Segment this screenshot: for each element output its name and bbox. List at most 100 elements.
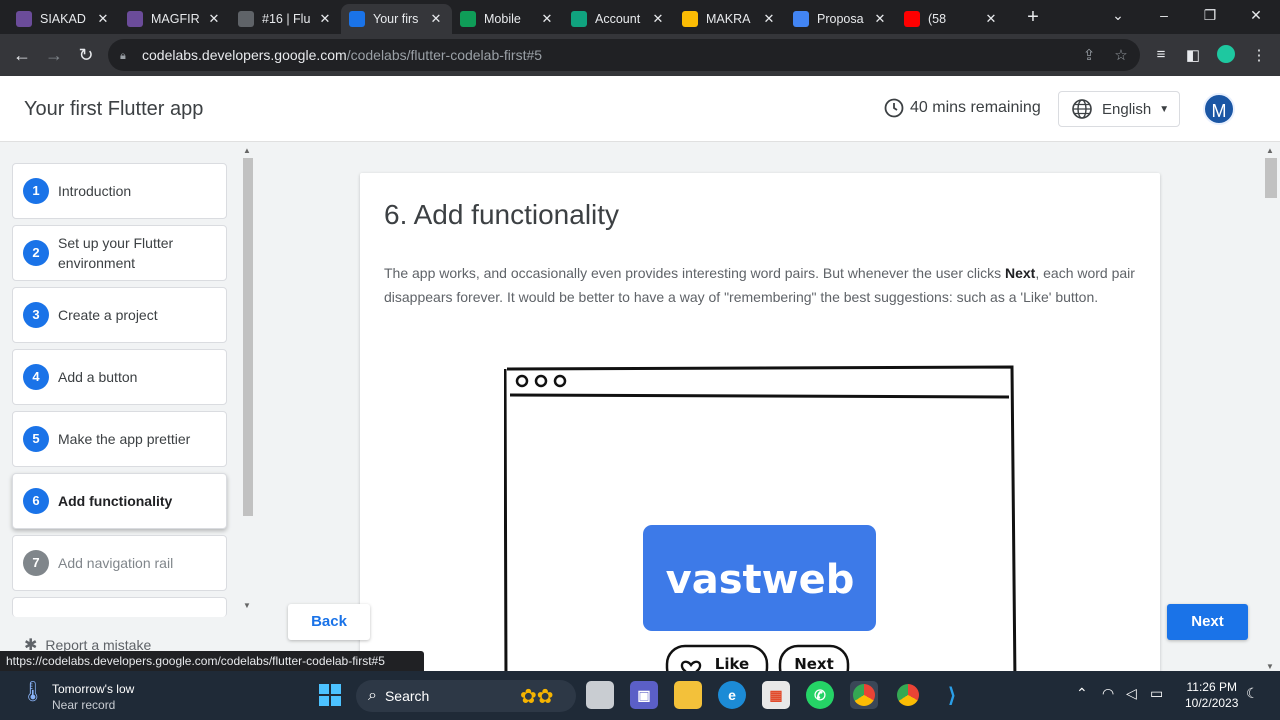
step-number: 3 [23, 302, 49, 328]
tab-title: SIAKAD [40, 12, 86, 26]
tab-title: MAGFIR [151, 12, 200, 26]
back-arrow-icon[interactable]: ← [10, 43, 34, 67]
time-remaining: 40 mins remaining [884, 98, 1041, 118]
close-tab-icon[interactable]: ✕ [761, 11, 777, 27]
browser-tab[interactable]: #16 | Flu ✕ [230, 4, 341, 34]
globe-icon [238, 11, 254, 27]
page-scrollbar[interactable]: ▲ ▼ [1263, 146, 1278, 671]
tab-search-icon[interactable]: ⌄ [1098, 4, 1138, 26]
step-item[interactable]: 4 Add a button [12, 349, 227, 405]
next-button[interactable]: Next [1167, 604, 1248, 640]
globe-icon [1072, 99, 1092, 119]
app-sketch-illustration: vastweb Like Next [504, 365, 1017, 683]
menu-icon[interactable]: ⋮ [1249, 46, 1269, 64]
browser-tab[interactable]: MAKRA ✕ [674, 4, 785, 34]
caret-down-icon: ▼ [1159, 103, 1170, 115]
step-item[interactable]: 3 Create a project [12, 287, 227, 343]
sketch-word-label: vastweb [666, 557, 855, 603]
lock-icon: 🔒︎ [120, 50, 126, 62]
step-item[interactable]: 6 Add functionality [12, 473, 227, 529]
codelab-header: Your first Flutter app 40 mins remaining… [0, 76, 1280, 142]
close-tab-icon[interactable]: ✕ [428, 11, 444, 27]
weather-widget[interactable]: 🌡︎ Tomorrow's low Near record [20, 681, 134, 713]
tab-title: Mobile [484, 12, 521, 26]
step-paragraph: The app works, and occasionally even pro… [384, 261, 1144, 309]
page-scroll-up-icon[interactable]: ▲ [1266, 146, 1274, 155]
media-controls-icon[interactable]: ≡ [1151, 46, 1171, 63]
chrome-icon[interactable] [894, 681, 922, 709]
windows-start-icon[interactable] [316, 681, 344, 709]
scroll-down-icon[interactable]: ▼ [243, 601, 251, 610]
tray-overflow-icon[interactable]: ⌃ [1076, 685, 1088, 702]
wifi-icon[interactable]: ◠ [1102, 685, 1114, 702]
browser-tab[interactable]: Account ✕ [563, 4, 674, 34]
close-tab-icon[interactable]: ✕ [872, 11, 888, 27]
tab-title: MAKRA [706, 12, 751, 26]
drive-icon [682, 11, 698, 27]
chrome-profile-icon[interactable] [850, 681, 878, 709]
time-remaining-label: 40 mins remaining [910, 99, 1041, 116]
close-tab-icon[interactable]: ✕ [650, 11, 666, 27]
back-button[interactable]: Back [288, 604, 370, 640]
page-scroll-thumb[interactable] [1265, 158, 1277, 198]
step-number: 2 [23, 240, 49, 266]
link-status-bar: https://codelabs.developers.google.com/c… [0, 651, 424, 671]
close-tab-icon[interactable]: ✕ [983, 11, 999, 27]
close-tab-icon[interactable]: ✕ [206, 11, 222, 27]
sidebar-scrollbar[interactable]: ▲ ▼ [241, 146, 253, 610]
language-select[interactable]: English ▼ [1058, 91, 1180, 127]
clock-date: 10/2/2023 [1185, 696, 1239, 710]
browser-tab[interactable]: Mobile ✕ [452, 4, 563, 34]
file-explorer-icon[interactable] [674, 681, 702, 709]
chat-icon[interactable]: ▣ [630, 681, 658, 709]
paragraph-bold-next: Next [1004, 265, 1036, 281]
task-view-icon[interactable] [586, 681, 614, 709]
close-tab-icon[interactable]: ✕ [317, 11, 333, 27]
reload-icon[interactable]: ↻ [74, 43, 98, 67]
step-item-partial[interactable] [12, 597, 227, 617]
address-bar[interactable]: 🔒︎ codelabs.developers.google.com/codela… [108, 39, 1140, 71]
sidebar-scroll-thumb[interactable] [243, 158, 253, 516]
step-item[interactable]: 7 Add navigation rail [12, 535, 227, 591]
page-title: Your first Flutter app [24, 98, 204, 120]
user-avatar[interactable]: M [1203, 93, 1235, 125]
clock-icon [884, 98, 904, 118]
sheets-icon [460, 11, 476, 27]
step-number: 6 [23, 488, 49, 514]
step-number: 4 [23, 364, 49, 390]
tab-title: Account [595, 12, 641, 26]
new-tab-button[interactable]: + [1022, 6, 1044, 28]
browser-tab[interactable]: MAGFIR ✕ [119, 4, 230, 34]
bookmark-star-icon[interactable]: ☆ [1112, 46, 1130, 64]
step-item[interactable]: 5 Make the app prettier [12, 411, 227, 467]
search-label: Search [384, 688, 430, 704]
close-tab-icon[interactable]: ✕ [95, 11, 111, 27]
edge-icon[interactable]: e [718, 681, 746, 709]
youtube-icon [904, 11, 920, 27]
step-item[interactable]: 1 Introduction [12, 163, 227, 219]
taskbar-search[interactable]: ⌕ Search ✿✿ [356, 680, 576, 712]
profile-avatar[interactable] [1215, 43, 1237, 65]
battery-icon[interactable]: ▭ [1150, 685, 1163, 702]
close-tab-icon[interactable]: ✕ [539, 11, 555, 27]
scroll-up-icon[interactable]: ▲ [243, 146, 251, 155]
close-window-button[interactable]: ✕ [1236, 4, 1276, 26]
volume-icon[interactable]: ◁ [1126, 685, 1137, 702]
store-icon[interactable]: ▦ [762, 681, 790, 709]
url-host: codelabs.developers.google.com [142, 47, 347, 63]
browser-tab[interactable]: (58 ✕ [896, 4, 1007, 34]
browser-tab[interactable]: Your firs ✕ [341, 4, 452, 34]
side-panel-icon[interactable]: ◧ [1183, 46, 1203, 64]
page-scroll-down-icon[interactable]: ▼ [1266, 662, 1274, 671]
minimize-button[interactable]: – [1144, 4, 1184, 26]
forward-arrow-icon[interactable]: → [42, 43, 66, 67]
step-item[interactable]: 2 Set up your Flutter environment [12, 225, 227, 281]
whatsapp-icon[interactable]: ✆ [806, 681, 834, 709]
vscode-icon[interactable]: ⟩ [938, 681, 966, 709]
taskbar-clock[interactable]: 11:26 PM 10/2/2023 [1185, 679, 1239, 711]
browser-tab[interactable]: Proposa ✕ [785, 4, 896, 34]
restore-button[interactable]: ❐ [1190, 4, 1230, 26]
browser-tab[interactable]: SIAKAD ✕ [8, 4, 119, 34]
night-mode-icon[interactable]: ☾ [1246, 685, 1259, 702]
share-icon[interactable]: ⇪ [1080, 46, 1098, 64]
